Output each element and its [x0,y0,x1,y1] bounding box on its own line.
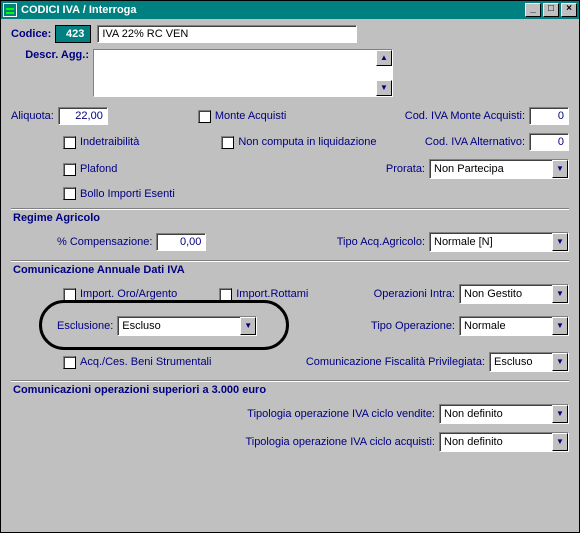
indetraibilita-checkbox[interactable]: Indetraibilità [63,136,139,149]
tipologia-vendite-label: Tipologia operazione IVA ciclo vendite: [247,408,435,420]
com-3000-title: Comunicazioni operazioni superiori a 3.0… [13,384,569,396]
plafond-checkbox[interactable]: Plafond [63,163,117,176]
import-oro-label: Import. Oro/Argento [80,288,177,300]
plafond-row: Plafond Prorata: Non Partecipa ▼ [11,159,569,179]
divider [11,380,569,382]
indetraibilita-label: Indetraibilità [80,136,139,148]
tipo-operazione-label: Tipo Operazione: [371,320,455,332]
cod-iva-alt-input[interactable] [529,133,569,151]
import-oro-checkbox[interactable]: Import. Oro/Argento [63,288,177,301]
compensazione-label: % Compensazione: [57,236,152,248]
com-fisc-priv-value: Escluso [490,356,552,368]
tipo-acq-agricolo-select[interactable]: Normale [N] ▼ [429,232,569,252]
esclusione-select[interactable]: Escluso ▼ [117,316,257,336]
chevron-down-icon: ▼ [552,317,568,335]
checkbox-icon [198,110,211,123]
aliquota-input[interactable] [58,107,108,125]
acq-ces-row: Acq./Ces. Beni Strumentali Comunicazione… [11,352,569,372]
descr-agg-label: Descr. Agg.: [11,49,89,61]
codice-value-box: 423 [55,25,91,43]
codice-desc-input[interactable] [97,25,357,43]
compensazione-input[interactable] [156,233,206,251]
window-frame: CODICI IVA / Interroga _ □ × Codice: 423… [0,0,580,533]
monte-acquisti-label: Monte Acquisti [215,110,287,122]
checkbox-icon [63,187,76,200]
client-area: Codice: 423 Descr. Agg.: ▲ ▼ Aliquota: M… [1,19,579,532]
com-fisc-priv-label: Comunicazione Fiscalità Privilegiata: [306,356,485,368]
tipologia-vendite-value: Non definito [440,408,552,420]
checkbox-icon [63,136,76,149]
chevron-down-icon: ▼ [552,405,568,423]
app-icon [3,3,17,17]
import-rottami-label: Import.Rottami [236,288,308,300]
checkbox-icon [63,163,76,176]
close-button[interactable]: × [561,3,577,17]
prorata-value: Non Partecipa [430,163,552,175]
checkbox-icon [63,288,76,301]
scroll-up-icon[interactable]: ▲ [376,50,392,66]
prorata-label: Prorata: [386,163,425,175]
acq-ces-label: Acq./Ces. Beni Strumentali [80,356,211,368]
checkbox-icon [221,136,234,149]
aliquota-row: Aliquota: Monte Acquisti Cod. IVA Monte … [11,107,569,125]
tipologia-acquisti-value: Non definito [440,436,552,448]
bollo-checkbox[interactable]: Bollo Importi Esenti [63,187,175,200]
maximize-button[interactable]: □ [543,3,559,17]
descr-agg-textarea[interactable] [94,50,376,96]
divider [11,208,569,210]
descr-agg-wrap: ▲ ▼ [93,49,393,97]
divider [11,260,569,262]
codice-row: Codice: 423 [11,25,569,43]
checkbox-icon [219,288,232,301]
compensazione-row: % Compensazione: Tipo Acq.Agricolo: Norm… [11,232,569,252]
chevron-down-icon: ▼ [552,233,568,251]
tipologia-acquisti-row: Tipologia operazione IVA ciclo acquisti:… [11,432,569,452]
tipo-acq-agricolo-label: Tipo Acq.Agricolo: [337,236,425,248]
chevron-down-icon: ▼ [552,433,568,451]
tipo-operazione-value: Normale [460,320,552,332]
cod-iva-alt-label: Cod. IVA Alternativo: [425,136,525,148]
operazioni-intra-value: Non Gestito [460,288,552,300]
tipo-operazione-select[interactable]: Normale ▼ [459,316,569,336]
tipologia-vendite-select[interactable]: Non definito ▼ [439,404,569,424]
cod-iva-monte-input[interactable] [529,107,569,125]
comunicazione-annuale-title: Comunicazione Annuale Dati IVA [13,264,569,276]
com-fisc-priv-select[interactable]: Escluso ▼ [489,352,569,372]
cod-iva-monte-label: Cod. IVA Monte Acquisti: [405,110,525,122]
scroll-down-icon[interactable]: ▼ [376,80,392,96]
plafond-label: Plafond [80,163,117,175]
bollo-row: Bollo Importi Esenti [11,187,569,200]
operazioni-intra-select[interactable]: Non Gestito ▼ [459,284,569,304]
titlebar: CODICI IVA / Interroga _ □ × [1,1,579,19]
indetraibilita-row: Indetraibilità Non computa in liquidazio… [11,133,569,151]
bollo-label: Bollo Importi Esenti [80,188,175,200]
window-title: CODICI IVA / Interroga [21,4,523,16]
checkbox-icon [63,356,76,369]
descr-agg-row: Descr. Agg.: ▲ ▼ [11,49,569,97]
tipologia-vendite-row: Tipologia operazione IVA ciclo vendite: … [11,404,569,424]
esclusione-row: Esclusione: Escluso ▼ Tipo Operazione: N… [11,316,569,336]
tipologia-acquisti-label: Tipologia operazione IVA ciclo acquisti: [245,436,435,448]
acq-ces-checkbox[interactable]: Acq./Ces. Beni Strumentali [63,356,211,369]
monte-acquisti-checkbox[interactable]: Monte Acquisti [198,110,287,123]
chevron-down-icon: ▼ [552,160,568,178]
esclusione-value: Escluso [118,320,240,332]
esclusione-label: Esclusione: [57,320,113,332]
chevron-down-icon: ▼ [552,353,568,371]
chevron-down-icon: ▼ [552,285,568,303]
aliquota-label: Aliquota: [11,110,54,122]
non-computa-label: Non computa in liquidazione [238,136,376,148]
tipo-acq-agricolo-value: Normale [N] [430,236,552,248]
chevron-down-icon: ▼ [240,317,256,335]
codice-label: Codice: [11,28,51,40]
import-row: Import. Oro/Argento Import.Rottami Opera… [11,284,569,304]
regime-agricolo-title: Regime Agricolo [13,212,569,224]
tipologia-acquisti-select[interactable]: Non definito ▼ [439,432,569,452]
import-rottami-checkbox[interactable]: Import.Rottami [219,288,308,301]
minimize-button[interactable]: _ [525,3,541,17]
prorata-select[interactable]: Non Partecipa ▼ [429,159,569,179]
non-computa-checkbox[interactable]: Non computa in liquidazione [221,136,376,149]
operazioni-intra-label: Operazioni Intra: [374,288,455,300]
